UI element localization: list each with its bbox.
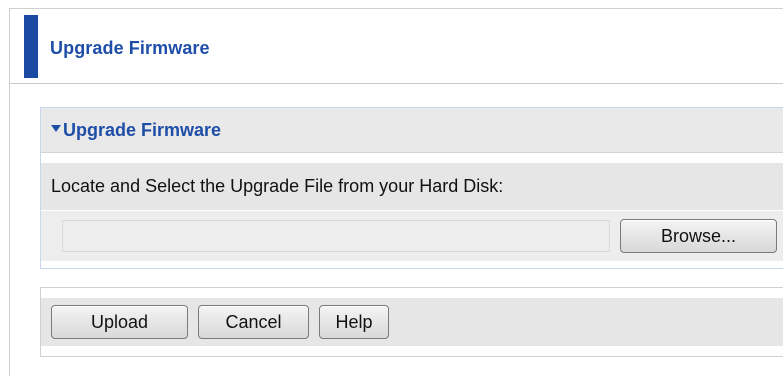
firmware-upgrade-page: Upgrade Firmware Upgrade Firmware Locate… (0, 0, 783, 376)
page-title: Upgrade Firmware (50, 38, 210, 58)
browse-button[interactable]: Browse... (620, 219, 777, 253)
cancel-button[interactable]: Cancel (198, 305, 309, 339)
file-select-row: Browse... (41, 211, 783, 261)
header-accent-bar (24, 15, 38, 78)
locate-file-label: Locate and Select the Upgrade File from … (51, 176, 504, 196)
triangle-down-icon[interactable] (51, 125, 61, 132)
locate-file-row: Locate and Select the Upgrade File from … (41, 163, 783, 210)
upgrade-firmware-section: Upgrade Firmware Locate and Select the U… (40, 107, 783, 269)
section-header[interactable]: Upgrade Firmware (41, 108, 783, 153)
help-button[interactable]: Help (319, 305, 389, 339)
action-panel: Upload Cancel Help (40, 287, 783, 357)
action-button-bar: Upload Cancel Help (41, 298, 783, 346)
page-header: Upgrade Firmware (9, 8, 783, 84)
upload-button[interactable]: Upload (51, 305, 188, 339)
frame-divider (9, 84, 10, 376)
upgrade-file-input[interactable] (62, 220, 610, 252)
section-title: Upgrade Firmware (63, 120, 222, 140)
